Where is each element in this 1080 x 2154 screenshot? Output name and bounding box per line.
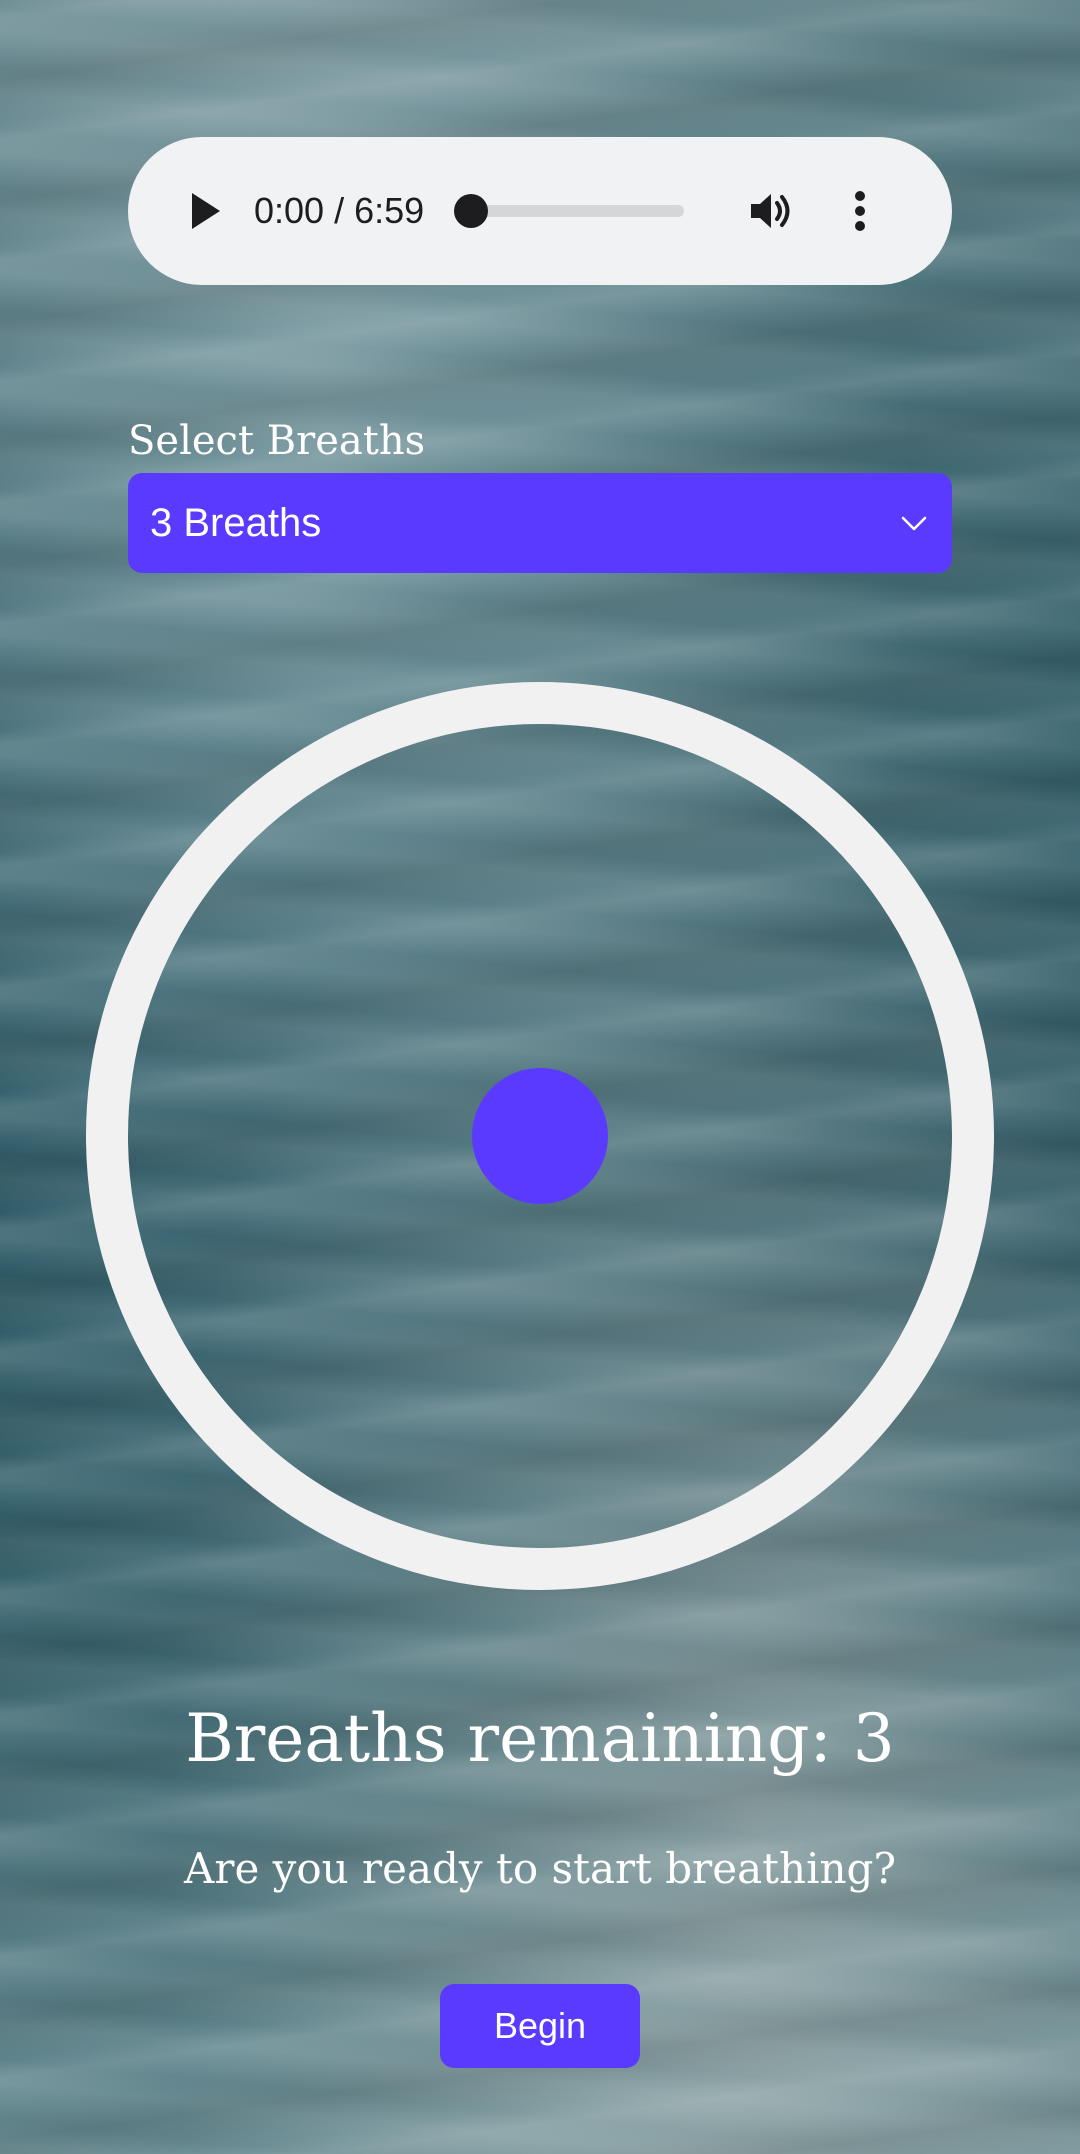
breaths-select-value: 3 Breaths: [150, 500, 322, 545]
breaths-select[interactable]: 3 Breaths: [128, 473, 952, 573]
select-breaths-label: Select Breaths: [128, 418, 426, 464]
ready-prompt: Are you ready to start breathing?: [184, 1844, 896, 1893]
audio-player: 0:00 / 6:59: [128, 137, 952, 285]
breaths-remaining: Breaths remaining: 3: [185, 1700, 895, 1777]
begin-button[interactable]: Begin: [440, 1984, 640, 2068]
chevron-down-icon: [901, 516, 927, 531]
play-icon: [192, 193, 220, 229]
volume-icon: [751, 194, 790, 228]
volume-button[interactable]: [748, 187, 796, 235]
audio-time: 0:00 / 6:59: [254, 190, 425, 231]
seek-thumb[interactable]: [454, 194, 489, 228]
breathing-indicator: [472, 1068, 608, 1204]
more-vertical-icon: [855, 191, 866, 231]
seek-bar[interactable]: [454, 194, 685, 228]
more-options-button[interactable]: [836, 187, 884, 235]
play-button[interactable]: [180, 186, 230, 236]
